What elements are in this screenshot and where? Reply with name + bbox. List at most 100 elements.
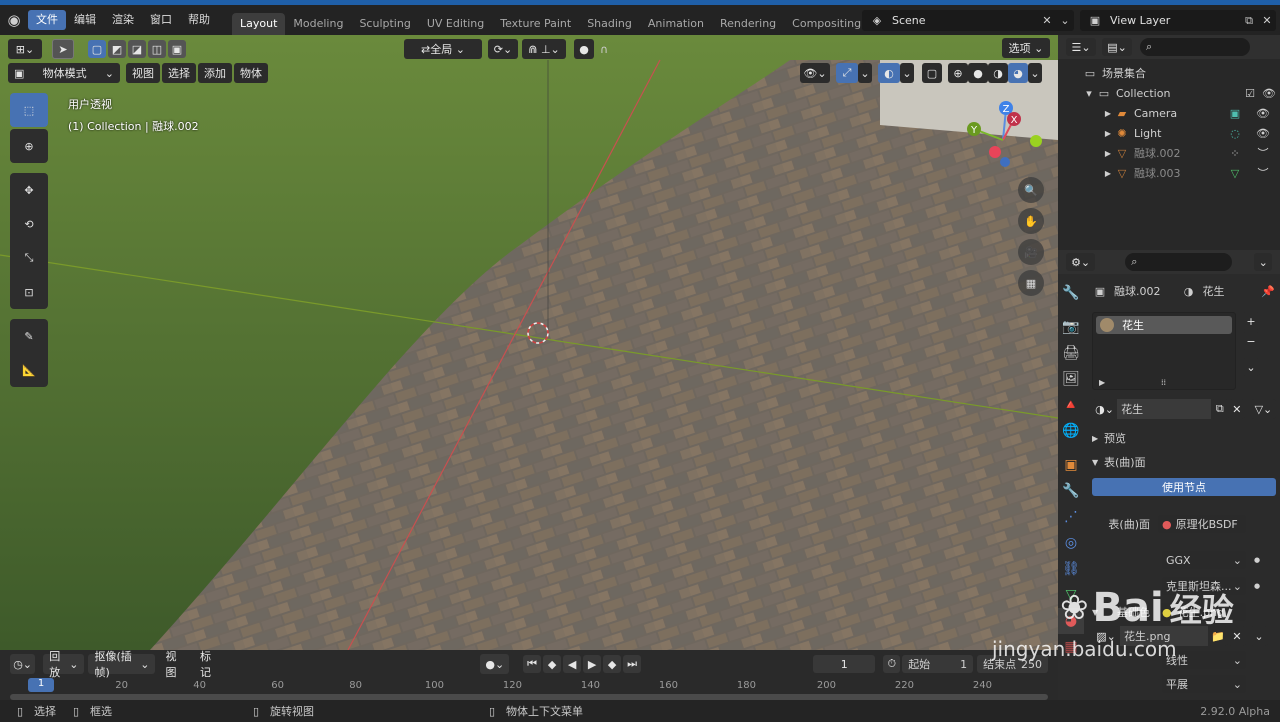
rendered-shading-icon[interactable]: ◕: [1008, 63, 1028, 83]
navigation-gizmo[interactable]: Z X Y: [960, 97, 1050, 177]
expand-arrow-icon[interactable]: ▶: [1102, 149, 1114, 158]
open-folder-icon[interactable]: 📁: [1208, 626, 1228, 646]
3d-viewport[interactable]: ⊞⌄ ➤ ▢ ◩ ◪ ◫ ▣ ⇄ 全局 ⌄ ⟳⌄ ⋒ ⊥⌄ ● ∩ 选项 ⌄ ▣…: [0, 35, 1058, 650]
cursor-tool[interactable]: ⊕: [10, 129, 48, 163]
gizmo-icon[interactable]: ⤢: [836, 63, 858, 83]
browse-material-icon[interactable]: ◑⌄: [1092, 399, 1118, 419]
chevron-down-icon[interactable]: ⌄: [1250, 626, 1268, 646]
menu-window[interactable]: 窗口: [142, 10, 180, 30]
expand-arrow-icon[interactable]: ▶: [1102, 169, 1114, 178]
move-tool[interactable]: ✥: [10, 173, 48, 207]
xray-icon[interactable]: ▢: [922, 63, 942, 83]
eye-icon[interactable]: 👁: [1246, 127, 1280, 140]
menu-help[interactable]: 帮助: [180, 10, 218, 30]
chevron-down-icon[interactable]: ⌄: [900, 63, 914, 83]
hidden-eye-icon[interactable]: ︶: [1246, 165, 1280, 181]
select-invert-icon[interactable]: ◫: [148, 40, 166, 58]
snap-icon[interactable]: ⋒ ⊥⌄: [522, 39, 566, 59]
menu-timeline-view[interactable]: 视图: [159, 650, 190, 679]
particles-tab-icon[interactable]: ⋰: [1058, 504, 1084, 530]
play-icon[interactable]: ▶: [583, 655, 602, 673]
tree-item-metaball-002[interactable]: ▶ ▽ 融球.002 ⁘ ︶: [1082, 143, 1280, 163]
gizmo-neg-x[interactable]: [989, 146, 1001, 158]
output-tab-icon[interactable]: 🖨: [1058, 340, 1084, 366]
unlink-icon[interactable]: ✕: [1228, 626, 1246, 646]
gizmo-neg-z[interactable]: [1000, 157, 1010, 167]
editor-type-button[interactable]: ⊞⌄: [8, 39, 42, 59]
tab-compositing[interactable]: Compositing: [784, 13, 869, 35]
preview-panel-header[interactable]: ▶ 预览: [1092, 428, 1276, 448]
menu-render[interactable]: 渲染: [104, 10, 142, 30]
tab-layout[interactable]: Layout: [232, 13, 286, 35]
unlink-icon[interactable]: ✕: [1228, 399, 1245, 419]
expand-arrow-icon[interactable]: ▾: [1082, 87, 1096, 100]
tree-item-collection[interactable]: ▾ ▭ Collection ☑ 👁: [1082, 83, 1280, 103]
tab-texture-paint[interactable]: Texture Paint: [492, 13, 579, 35]
mesh-data-icon[interactable]: ▽: [1224, 167, 1246, 180]
playhead[interactable]: 1: [28, 678, 54, 692]
outliner-search-input[interactable]: ⌕: [1140, 38, 1250, 56]
measure-tool[interactable]: 📐: [10, 353, 48, 387]
tab-rendering[interactable]: Rendering: [712, 13, 784, 35]
browse-image-icon[interactable]: ▨⌄: [1092, 626, 1120, 646]
menu-file[interactable]: 文件: [28, 10, 66, 30]
pan-hand-icon[interactable]: ✋: [1018, 208, 1044, 234]
gizmo-neg-y[interactable]: [1030, 135, 1042, 147]
timeline-editor-icon[interactable]: ◷⌄: [10, 654, 36, 674]
jump-start-icon[interactable]: ⏮: [523, 655, 542, 673]
close-icon[interactable]: ✕: [1038, 14, 1056, 27]
select-subtract-icon[interactable]: ◪: [128, 40, 146, 58]
next-keyframe-icon[interactable]: ◆: [603, 655, 622, 673]
menu-add[interactable]: 添加: [198, 63, 232, 83]
select-extend-icon[interactable]: ◩: [108, 40, 126, 58]
resize-grip-icon[interactable]: ⁞⁞: [1161, 378, 1166, 387]
distribution-select[interactable]: GGX ⌄: [1162, 551, 1246, 569]
use-nodes-button[interactable]: 使用节点: [1092, 478, 1276, 496]
close-icon[interactable]: ✕: [1258, 14, 1276, 27]
menu-object[interactable]: 物体: [234, 63, 268, 83]
scene-tab-icon[interactable]: 🔺: [1058, 392, 1084, 418]
start-frame-field[interactable]: 起始 1: [902, 655, 974, 673]
scene-collection-row[interactable]: ▭ 场景集合: [1082, 63, 1280, 83]
frame-ruler[interactable]: 1 20 40 60 80 100 120 140 160 180 200 22…: [0, 678, 1058, 692]
view-layer-selector[interactable]: ▣ View Layer ⧉ ✕: [1080, 10, 1276, 31]
zoom-icon[interactable]: 🔍: [1018, 177, 1044, 203]
pin-icon[interactable]: 📌: [1260, 285, 1276, 298]
transform-orientation-select[interactable]: ⇄ 全局 ⌄: [404, 39, 482, 59]
interpolation-select[interactable]: 线性 ⌄: [1162, 651, 1246, 669]
menu-view[interactable]: 视图: [126, 63, 160, 83]
object-tab-icon[interactable]: ▣: [1058, 452, 1084, 478]
render-tab-icon[interactable]: 📷: [1058, 314, 1084, 340]
scene-selector[interactable]: ◈ Scene ✕ ⌄: [862, 10, 1074, 31]
tree-item-metaball-003[interactable]: ▶ ▽ 融球.003 ▽ ︶: [1082, 163, 1280, 183]
world-tab-icon[interactable]: 🌐: [1058, 418, 1084, 444]
visibility-icon[interactable]: 👁⌄: [800, 63, 830, 83]
falloff-icon[interactable]: ∩: [594, 39, 614, 59]
tab-uv-editing[interactable]: UV Editing: [419, 13, 492, 35]
transform-tool[interactable]: ⊡: [10, 275, 48, 309]
slot-menu-button[interactable]: ⌄: [1242, 358, 1260, 376]
camera-data-icon[interactable]: ▣: [1224, 107, 1246, 120]
tab-sculpting[interactable]: Sculpting: [351, 13, 418, 35]
eye-icon[interactable]: 👁: [1258, 87, 1280, 100]
end-frame-field[interactable]: 结束点 250: [977, 655, 1048, 673]
checkbox-icon[interactable]: ☑: [1242, 87, 1258, 100]
image-name-field[interactable]: 花生.png: [1120, 626, 1208, 646]
mode-select[interactable]: ▣ 物体模式 ⌄: [8, 63, 120, 83]
jump-end-icon[interactable]: ⏭: [623, 655, 642, 673]
select-box-tool[interactable]: ⬚: [10, 93, 48, 127]
constraints-tab-icon[interactable]: ⛓: [1058, 556, 1084, 582]
tree-item-camera[interactable]: ▶ ▰ Camera ▣ 👁: [1082, 103, 1280, 123]
stopwatch-icon[interactable]: ⏱: [883, 655, 901, 673]
prev-keyframe-icon[interactable]: ◆: [543, 655, 562, 673]
properties-editor-icon[interactable]: ⚙⌄: [1066, 253, 1096, 271]
surface-panel-header[interactable]: ▼ 表(曲)面: [1092, 452, 1276, 472]
expand-arrow-icon[interactable]: ▶: [1102, 129, 1114, 138]
chevron-down-icon[interactable]: ⌄: [1254, 253, 1272, 271]
expand-arrow-icon[interactable]: ▶: [1099, 378, 1105, 387]
wireframe-shading-icon[interactable]: ⊕: [948, 63, 968, 83]
chevron-down-icon[interactable]: ⌄: [1056, 14, 1074, 27]
duplicate-icon[interactable]: ⧉: [1210, 399, 1229, 419]
outliner-editor-icon[interactable]: ☰⌄: [1066, 38, 1096, 56]
menu-keying[interactable]: 抠像(插帧) ⌄: [88, 650, 156, 679]
